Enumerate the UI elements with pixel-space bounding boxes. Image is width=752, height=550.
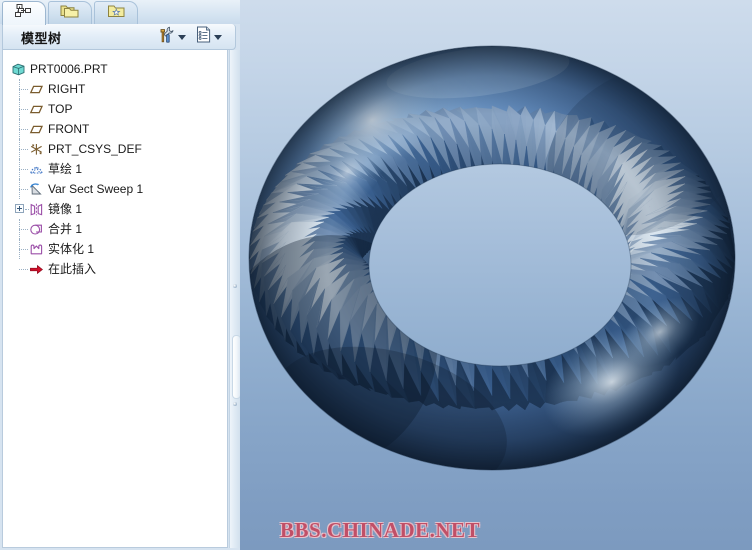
part-icon	[11, 62, 26, 77]
tree-guide	[19, 129, 28, 131]
tree-item-sketch[interactable]: 草绘 1	[3, 159, 227, 179]
tree-item-datum-top[interactable]: TOP	[3, 99, 227, 119]
merge-icon	[29, 222, 44, 237]
model-tree-list: PRT0006.PRT RIGHT TOP FRONT PRT_CSYS_DEF…	[3, 59, 227, 279]
settings-menu-button[interactable]	[195, 25, 222, 49]
datum-plane-icon	[29, 82, 44, 97]
tree-item-label: RIGHT	[48, 82, 86, 96]
tree-guide	[19, 189, 28, 191]
tree-item-datum-front[interactable]: FRONT	[3, 119, 227, 139]
tree-item-label: Var Sect Sweep 1	[48, 182, 144, 196]
tree-item-label: PRT0006.PRT	[30, 62, 108, 76]
tree-guide	[19, 229, 28, 231]
navigator-header: 模型树	[2, 24, 236, 50]
tree-item-datum-right[interactable]: RIGHT	[3, 79, 227, 99]
tools-menu-button[interactable]	[158, 25, 186, 49]
tree-guide	[19, 89, 28, 91]
splitter-grip-dot	[233, 402, 237, 406]
tree-item-label: 实体化 1	[48, 242, 95, 256]
mirror-icon	[29, 202, 44, 217]
tree-guide	[19, 109, 28, 111]
datum-plane-icon	[29, 102, 44, 117]
splitter-handle[interactable]	[232, 335, 240, 399]
navigator-tabstrip	[0, 0, 240, 25]
hammer-wrench-icon	[158, 25, 177, 49]
tree-guide	[19, 269, 28, 271]
panel-splitter[interactable]	[229, 50, 240, 548]
tree-item-label: 在此插入	[48, 262, 97, 276]
splitter-grip-dot	[233, 284, 237, 288]
insert-here-arrow-icon	[29, 262, 44, 277]
tree-item-part[interactable]: PRT0006.PRT	[3, 59, 227, 79]
tree-item-label: TOP	[48, 102, 73, 116]
node-tree-icon	[14, 3, 34, 24]
document-list-icon	[195, 25, 213, 49]
coord-system-icon	[29, 142, 44, 157]
tree-item-insert-here[interactable]: 在此插入	[3, 259, 227, 279]
tab-favorites[interactable]	[94, 1, 138, 24]
sketch-icon	[29, 162, 44, 177]
tree-guide	[25, 209, 29, 211]
torus-model-render	[240, 45, 749, 494]
model-tree-pane[interactable]: PRT0006.PRT RIGHT TOP FRONT PRT_CSYS_DEF…	[2, 50, 228, 548]
application-window: 模型树 PRT0006.PRT RIGHT TOP FRONT PRT_CSYS…	[0, 0, 752, 550]
graphics-viewport[interactable]: BBS.CHINADE.NET	[240, 0, 752, 550]
chevron-down-icon	[178, 34, 186, 40]
datum-plane-icon	[29, 122, 44, 137]
chevron-down-icon	[214, 34, 222, 40]
tab-model-tree[interactable]	[2, 1, 46, 25]
folder-star-icon	[106, 2, 127, 24]
tree-item-label: FRONT	[48, 122, 90, 136]
watermark-text: BBS.CHINADE.NET	[280, 518, 481, 542]
tree-item-label: 镜像 1	[48, 202, 83, 216]
torus-body	[240, 45, 749, 494]
page-title: 模型树	[21, 31, 62, 46]
tree-item-merge[interactable]: 合并 1	[3, 219, 227, 239]
tree-item-solidify[interactable]: 实体化 1	[3, 239, 227, 259]
tree-item-label: PRT_CSYS_DEF	[48, 142, 142, 156]
tree-guide	[19, 249, 28, 251]
navigator-panel: 模型树 PRT0006.PRT RIGHT TOP FRONT PRT_CSYS…	[0, 0, 240, 550]
tree-item-label: 合并 1	[48, 222, 83, 236]
solidify-icon	[29, 242, 44, 257]
tree-item-label: 草绘 1	[48, 162, 83, 176]
tree-item-mirror[interactable]: 镜像 1	[3, 199, 227, 219]
tree-guide	[19, 149, 28, 151]
tab-folder-browser[interactable]	[48, 1, 92, 24]
tree-item-coord-system[interactable]: PRT_CSYS_DEF	[3, 139, 227, 159]
sweep-icon	[29, 182, 44, 197]
tree-expand-button[interactable]	[15, 204, 24, 213]
tree-guide	[19, 169, 28, 171]
tree-item-var-sect-sweep[interactable]: Var Sect Sweep 1	[3, 179, 227, 199]
folder-stack-icon	[59, 2, 81, 24]
